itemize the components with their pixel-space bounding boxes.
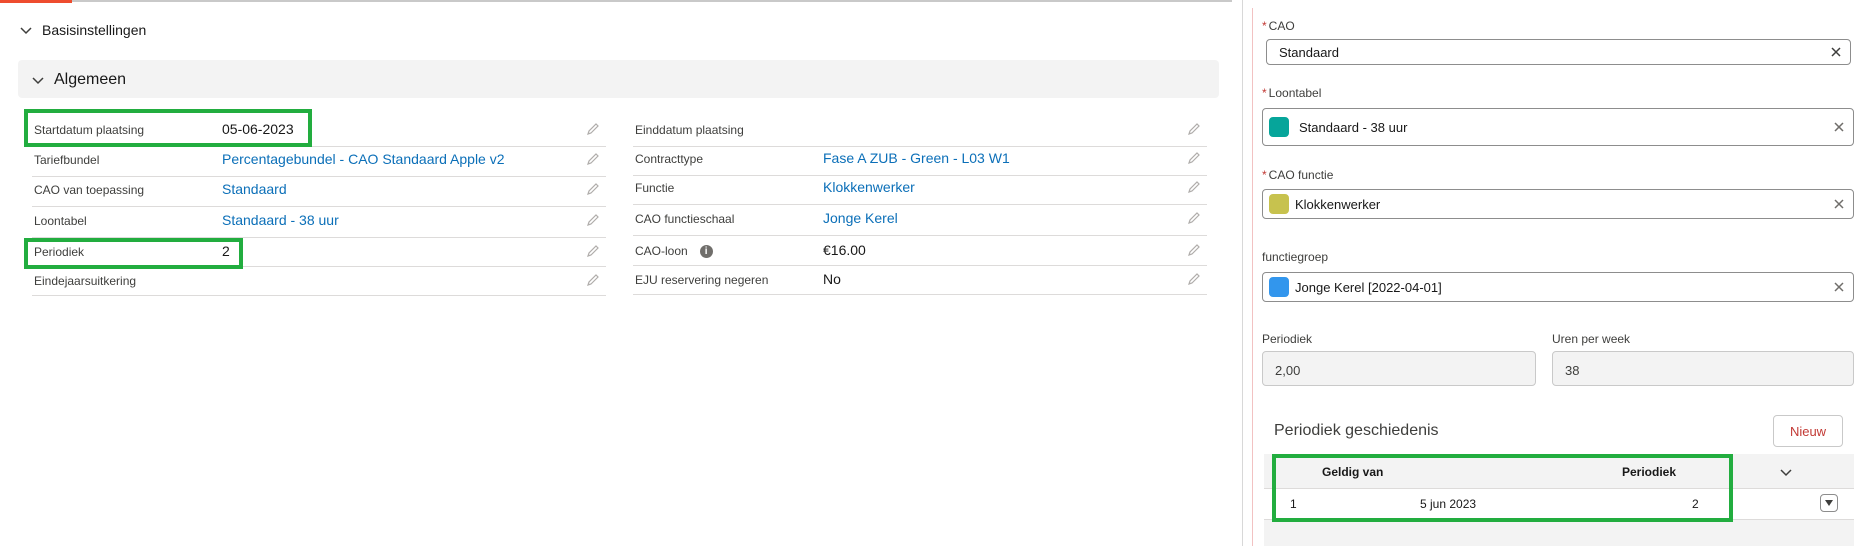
edit-pencil-icon[interactable] [586,152,600,166]
edit-pencil-icon[interactable] [1187,122,1201,136]
field-value: No [823,271,841,287]
functiegroep-value: Jonge Kerel [2022-04-01] [1295,280,1442,295]
field-cao-van-toepassing: CAO van toepassing Standaard [32,176,606,207]
field-loontabel: Loontabel Standaard - 38 uur [32,207,606,238]
loontabel-label: * Loontabel [1262,86,1321,100]
uren-value: 38 [1565,363,1580,378]
cao-loon-label: CAO-loon [635,244,688,258]
cao-functie-label: * CAO functie [1262,168,1333,182]
clear-icon[interactable] [1833,198,1845,210]
field-label: EJU reservering negeren [635,273,769,287]
field-cao-loon: CAO-loon i €16.00 [633,237,1207,266]
info-icon[interactable]: i [699,245,713,259]
loontabel-value: Standaard - 38 uur [1299,120,1408,135]
edit-pencil-icon[interactable] [586,122,600,136]
uren-per-week-readonly-field: 38 [1552,351,1854,386]
periodiek-value: 2,00 [1275,363,1301,378]
section-title: Basisinstellingen [42,22,147,38]
section-bar-algemeen[interactable] [18,60,1219,98]
cao-input-value: Standaard [1279,45,1339,60]
pricebook-icon [1269,117,1289,137]
label-text: Loontabel [1268,86,1322,100]
edit-pencil-icon[interactable] [1187,272,1201,286]
edit-pencil-icon[interactable] [586,182,600,196]
edit-pencil-icon[interactable] [586,244,600,258]
loontabel-lookup[interactable]: Standaard - 38 uur [1262,108,1854,146]
edit-pencil-icon[interactable] [586,273,600,287]
uren-per-week-label: Uren per week [1552,332,1631,346]
loontabel-link[interactable]: Standaard - 38 uur [222,212,339,228]
group-icon [1269,277,1289,297]
field-value: €16.00 [823,242,866,258]
tariefbundel-link[interactable]: Percentagebundel - CAO Standaard Apple v… [222,151,505,167]
edit-pencil-icon[interactable] [1187,151,1201,165]
edit-pencil-icon[interactable] [1187,243,1201,257]
record-icon [1269,194,1289,214]
field-eju-reservering: EJU reservering negeren No [633,266,1207,295]
edit-pencil-icon[interactable] [586,213,600,227]
contracttype-link[interactable]: Fase A ZUB - Green - L03 W1 [823,150,1010,166]
periodiek-geschiedenis-title: Periodiek geschiedenis [1274,422,1439,439]
chevron-down-icon [32,77,44,85]
field-tariefbundel: Tariefbundel Percentagebundel - CAO Stan… [32,146,606,177]
field-label: Einddatum plaatsing [635,123,744,137]
cao-functie-lookup[interactable]: Klokkenwerker [1262,189,1854,219]
field-functie: Functie Klokkenwerker [633,174,1207,205]
field-label: Functie [635,181,675,195]
field-contracttype: Contracttype Fase A ZUB - Green - L03 W1 [633,145,1207,176]
required-marker: * [1262,86,1267,100]
field-label: CAO functieschaal [635,212,735,226]
functiegroep-label: functiegroep [1262,250,1329,264]
field-eindejaarsuitkering: Eindejaarsuitkering [32,267,606,296]
highlight-box [24,238,243,269]
clear-icon[interactable] [1833,281,1845,293]
nieuw-button[interactable]: Nieuw [1773,415,1843,447]
field-label: Tariefbundel [34,153,100,167]
field-cao-functieschaal: CAO functieschaal Jonge Kerel [633,205,1207,236]
chevron-down-icon[interactable] [1780,466,1792,478]
field-label: Contracttype [635,152,704,166]
functie-link[interactable]: Klokkenwerker [823,179,915,195]
periodiek-label: Periodiek [1262,332,1313,346]
clear-icon[interactable] [1833,121,1845,133]
field-label: Loontabel [34,214,87,228]
caret-down-icon [1825,500,1833,506]
cao-input[interactable]: Standaard [1266,39,1851,65]
active-tab-indicator [0,0,72,3]
row-actions-button[interactable] [1820,494,1838,512]
field-einddatum-plaatsing: Einddatum plaatsing [633,116,1207,147]
label-text: CAO functie [1268,168,1334,182]
required-marker: * [1262,19,1267,33]
functiegroep-lookup[interactable]: Jonge Kerel [2022-04-01] [1262,272,1854,302]
field-label: CAO van toepassing [34,183,145,197]
cao-label: * CAO [1262,19,1295,33]
field-label: CAO-loon i [635,244,713,259]
edit-pencil-icon[interactable] [1187,211,1201,225]
required-marker: * [1262,168,1267,182]
cao-link[interactable]: Standaard [222,181,287,197]
field-label: Eindejaarsuitkering [34,274,137,288]
top-divider [0,0,1232,2]
highlight-box [24,109,312,147]
chevron-down-icon [20,27,32,35]
clear-icon[interactable] [1830,46,1842,58]
cao-functie-value: Klokkenwerker [1295,197,1381,212]
section-title: Algemeen [54,71,127,88]
highlight-box [1272,454,1733,522]
periodiek-readonly-field: 2,00 [1262,351,1536,386]
edit-pencil-icon[interactable] [1187,180,1201,194]
section-algemeen[interactable]: Algemeen [32,71,126,89]
panel-divider [1242,0,1243,546]
functieschaal-link[interactable]: Jonge Kerel [823,210,898,226]
label-text: CAO [1268,19,1295,33]
section-basisinstellingen[interactable]: Basisinstellingen [20,22,146,38]
